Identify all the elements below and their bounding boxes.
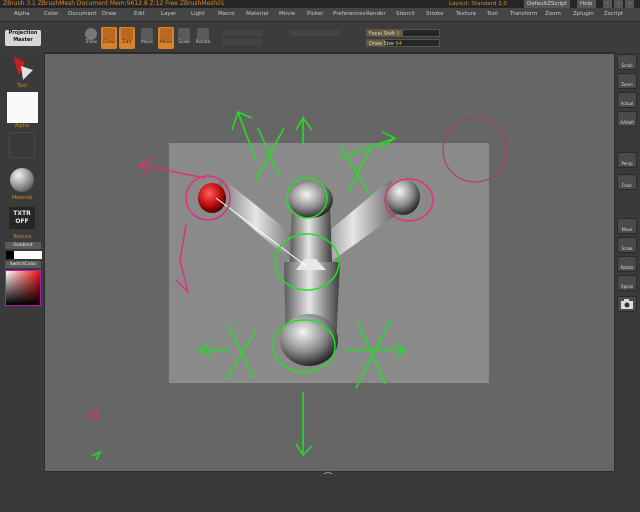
rotate-view-button[interactable]: Rotate — [617, 256, 637, 272]
actual-label: Actual — [620, 101, 634, 106]
xpose-button[interactable]: Xpose — [617, 275, 637, 291]
scroll-button[interactable]: Scroll — [617, 54, 637, 70]
aahalf-label: AAHalf — [620, 120, 634, 125]
persp-label: Persp — [621, 161, 633, 166]
move-view-button[interactable]: Move — [617, 218, 637, 234]
aahalf-button[interactable]: AAHalf — [617, 111, 637, 127]
bottom-tray — [0, 474, 640, 512]
scale-view-label: Scale — [621, 246, 633, 251]
actual-button[interactable]: Actual — [617, 92, 637, 108]
zsphere-selected[interactable] — [198, 183, 226, 213]
floor-label: Floor — [622, 183, 632, 188]
snapshot-button[interactable] — [617, 296, 637, 312]
scroll-label: Scroll — [621, 63, 633, 68]
persp-button[interactable]: Persp — [617, 152, 637, 168]
move-view-label: Move — [621, 227, 633, 232]
green-annotations — [91, 109, 408, 461]
zsphere-bottom[interactable] — [280, 314, 338, 366]
zsphere-right[interactable] — [386, 179, 420, 215]
zoom-button[interactable]: Zoom — [617, 73, 637, 89]
xpose-label: Xpose — [620, 284, 634, 289]
floor-button[interactable]: Floor — [617, 174, 637, 190]
zoom-label: Zoom — [621, 82, 633, 87]
scale-view-button[interactable]: Scale — [617, 237, 637, 253]
brush-cursor — [442, 117, 508, 183]
rotate-view-label: Rotate — [620, 265, 634, 270]
viewport-overlay — [89, 109, 508, 477]
right-shelf: Scroll Zoom Actual AAHalf Persp Floor Mo… — [615, 52, 640, 474]
camera-icon — [621, 299, 633, 309]
